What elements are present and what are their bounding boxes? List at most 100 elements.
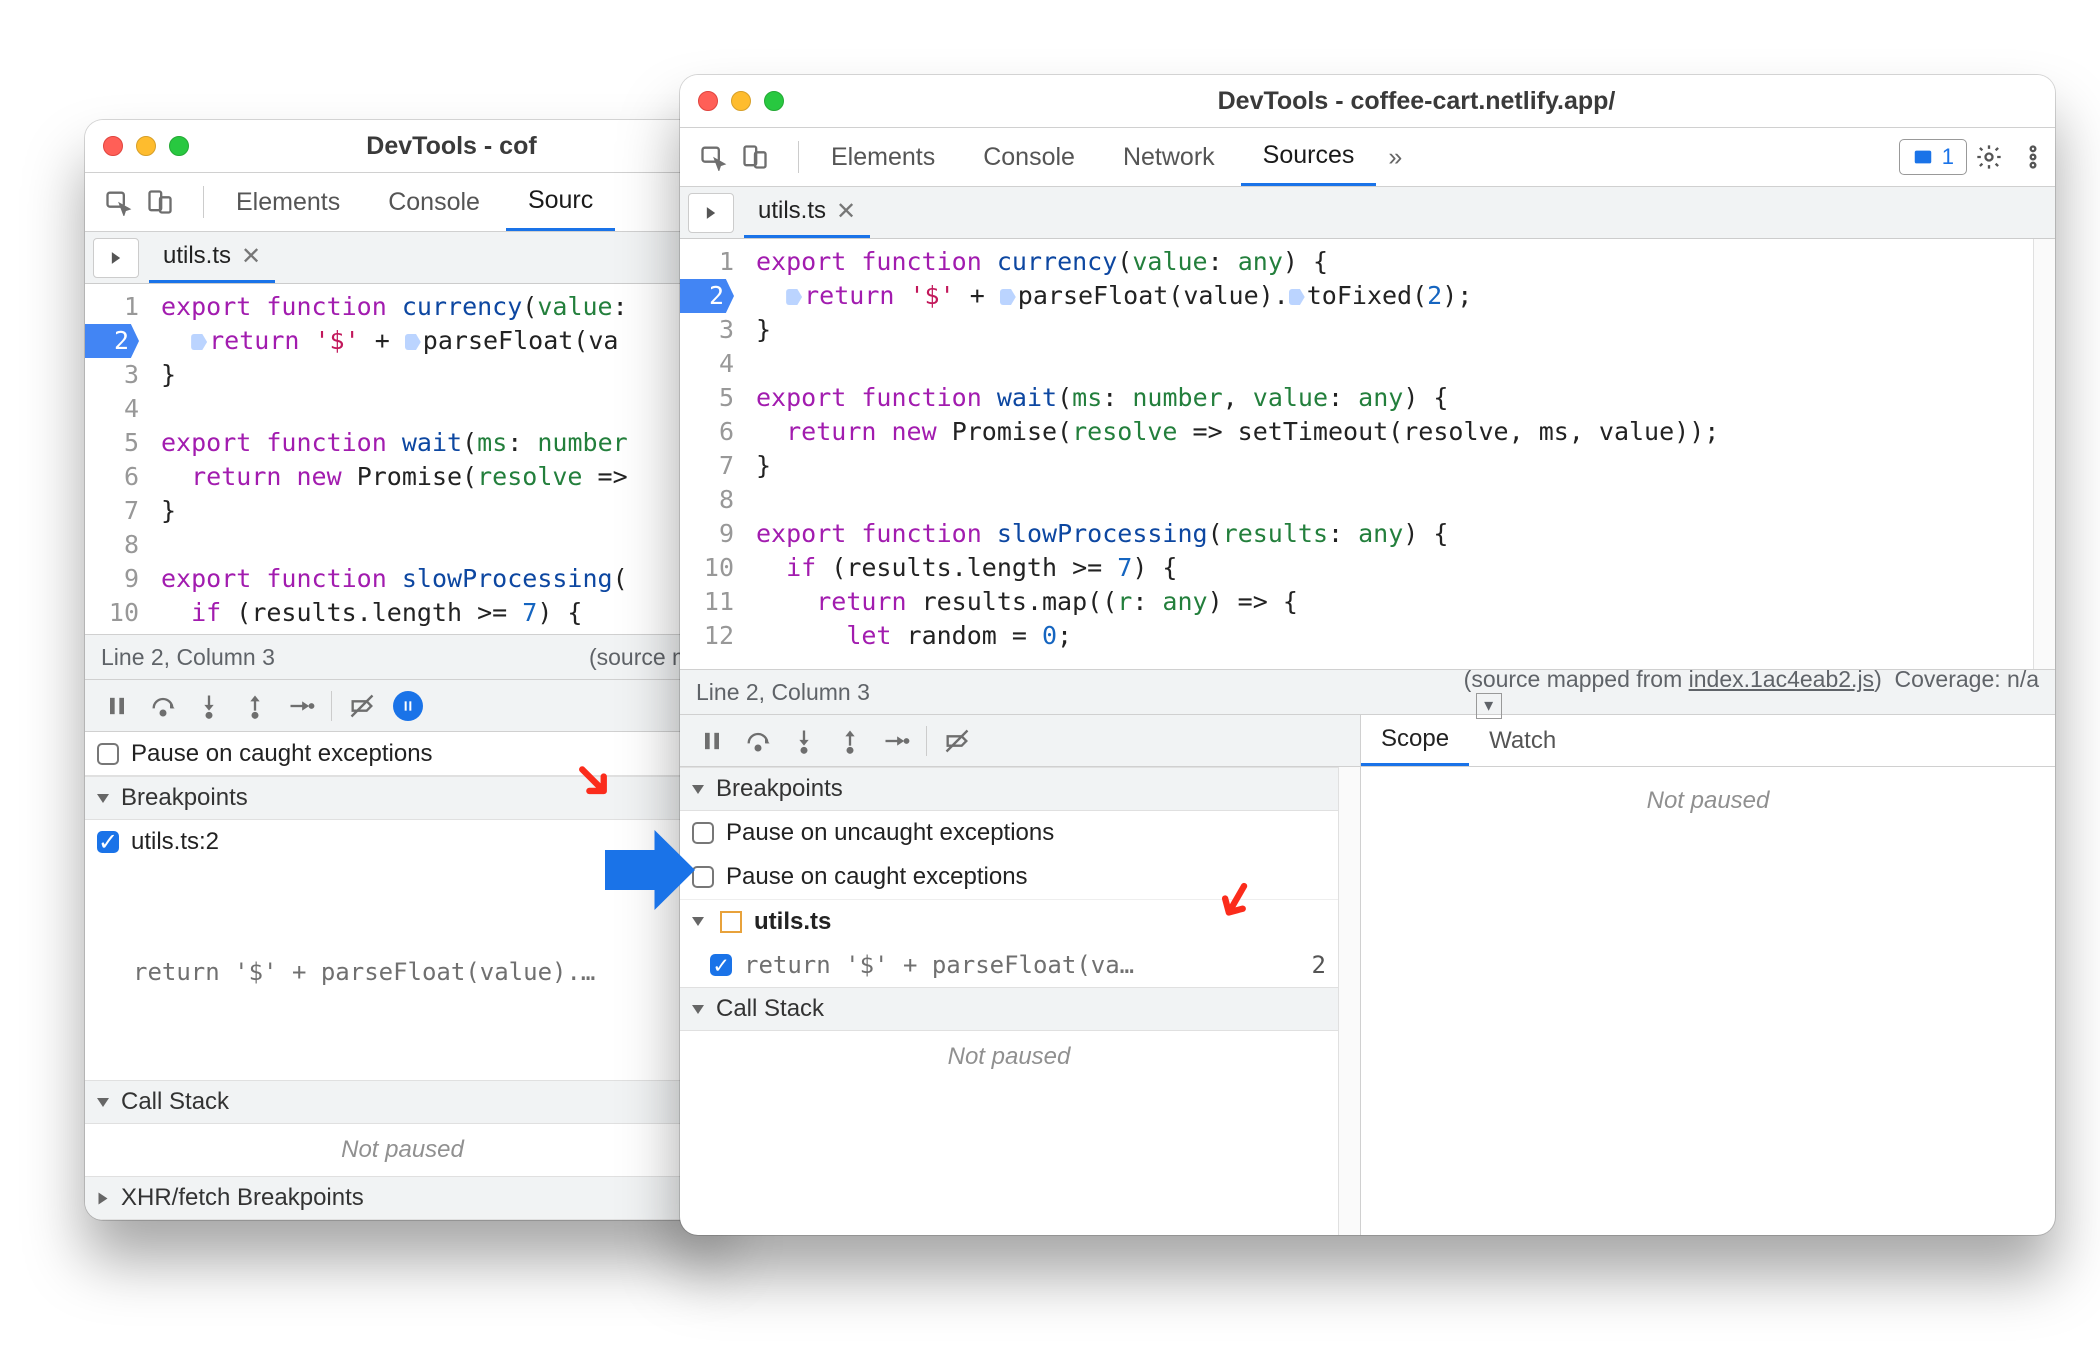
device-toolbar-icon[interactable] <box>139 183 181 221</box>
tab-scope[interactable]: Scope <box>1361 715 1469 766</box>
tab-network[interactable]: Network <box>1101 128 1237 186</box>
navigator-toggle-icon[interactable] <box>93 238 139 278</box>
minimize-icon[interactable] <box>731 91 751 111</box>
breakpoint-line-row[interactable]: ✓ return '$' + parseFloat(va… 2 <box>680 943 1338 987</box>
checkbox-checked-icon[interactable]: ✓ <box>710 954 732 976</box>
pause-resume-button[interactable] <box>690 721 734 761</box>
tab-elements[interactable]: Elements <box>214 173 362 231</box>
code-content[interactable]: export function currency(value: any) { r… <box>746 239 2033 669</box>
pause-caught-label: Pause on caught exceptions <box>131 740 433 768</box>
editor-status-bar: Line 2, Column 3 (source ma <box>85 634 720 680</box>
traffic-lights[interactable] <box>698 91 784 111</box>
pause-resume-button[interactable] <box>95 686 139 726</box>
scrollbar[interactable] <box>1338 767 1360 1235</box>
file-tab-label: utils.ts <box>758 197 826 225</box>
more-options-icon[interactable] <box>2011 143 2055 171</box>
zoom-icon[interactable] <box>169 136 189 156</box>
step-over-button[interactable] <box>736 721 780 761</box>
breakpoints-header[interactable]: Breakpoints <box>85 776 720 820</box>
titlebar[interactable]: DevTools - cof <box>85 120 720 172</box>
traffic-lights[interactable] <box>103 136 189 156</box>
tab-console[interactable]: Console <box>366 173 502 231</box>
sourcemap-link[interactable]: index.1ac4eab2.js <box>1689 666 1874 692</box>
tab-watch[interactable]: Watch <box>1469 715 1576 766</box>
tab-sources[interactable]: Sourc <box>506 173 615 231</box>
navigator-toggle-icon[interactable] <box>688 193 734 233</box>
settings-icon[interactable] <box>1967 143 2011 171</box>
checkbox-icon[interactable] <box>692 866 714 888</box>
step-over-button[interactable] <box>141 686 185 726</box>
deactivate-breakpoints-button[interactable] <box>340 686 384 726</box>
breakpoint-file: utils.ts:2 <box>131 828 219 856</box>
disclosure-triangle-icon <box>692 785 704 794</box>
window-title: DevTools - coffee-cart.netlify.app/ <box>796 87 2037 116</box>
close-tab-icon[interactable]: ✕ <box>241 242 261 271</box>
line-gutter[interactable]: 123456789101112 <box>680 239 746 669</box>
file-tab-utils[interactable]: utils.ts ✕ <box>744 187 870 238</box>
tab-console[interactable]: Console <box>961 128 1097 186</box>
cursor-position: Line 2, Column 3 <box>101 644 275 671</box>
issues-count: 1 <box>1942 144 1954 170</box>
close-icon[interactable] <box>698 91 718 111</box>
minimize-icon[interactable] <box>136 136 156 156</box>
main-toolbar: Elements Console Network Sources » 1 <box>680 127 2055 187</box>
checkbox-icon[interactable] <box>692 822 714 844</box>
titlebar[interactable]: DevTools - coffee-cart.netlify.app/ <box>680 75 2055 127</box>
scrollbar[interactable] <box>2033 239 2055 669</box>
step-into-button[interactable] <box>187 686 231 726</box>
devtools-window-after: DevTools - coffee-cart.netlify.app/ Elem… <box>680 75 2055 1235</box>
source-editor[interactable]: 123456789101112 export function currency… <box>85 284 720 634</box>
code-content[interactable]: export function currency(value: return '… <box>151 284 720 634</box>
step-out-button[interactable] <box>233 686 277 726</box>
more-tabs-icon[interactable]: » <box>1376 143 1414 172</box>
editor-status-bar: Line 2, Column 3 (source mapped from ind… <box>680 669 2055 715</box>
panel-tabs: Elements Console Sourc <box>214 173 615 231</box>
pause-uncaught-row[interactable]: Pause on uncaught exceptions <box>680 811 1338 855</box>
checkbox-checked-icon[interactable]: ✓ <box>97 831 119 853</box>
breakpoints-header[interactable]: Breakpoints <box>680 767 1338 811</box>
close-tab-icon[interactable]: ✕ <box>836 197 856 226</box>
step-into-button[interactable] <box>782 721 826 761</box>
callstack-header[interactable]: Call Stack <box>85 1080 720 1124</box>
disclosure-triangle-icon <box>97 1098 109 1107</box>
inspect-element-icon[interactable] <box>97 183 139 221</box>
close-icon[interactable] <box>103 136 123 156</box>
coverage-label: Coverage: n/a <box>1895 666 2039 692</box>
tab-elements[interactable]: Elements <box>809 128 957 186</box>
window-title: DevTools - cof <box>201 132 702 161</box>
line-gutter[interactable]: 123456789101112 <box>85 284 151 634</box>
disclosure-triangle-icon <box>692 917 704 926</box>
disclosure-triangle-icon <box>97 794 109 803</box>
file-tab-label: utils.ts <box>163 242 231 270</box>
xhr-breakpoints-header[interactable]: XHR/fetch Breakpoints <box>85 1176 720 1220</box>
device-toolbar-icon[interactable] <box>734 138 776 176</box>
step-button[interactable] <box>279 686 323 726</box>
devtools-window-before: DevTools - cof Elements Console Sourc <box>85 120 720 1220</box>
file-tab-utils[interactable]: utils.ts ✕ <box>149 232 275 283</box>
not-paused-label: Not paused <box>680 1031 1338 1083</box>
zoom-icon[interactable] <box>764 91 784 111</box>
panel-tabs: Elements Console Network Sources <box>809 128 1376 186</box>
checkbox-icon[interactable] <box>97 743 119 765</box>
callstack-header[interactable]: Call Stack <box>680 987 1338 1031</box>
tab-sources[interactable]: Sources <box>1241 128 1377 186</box>
pause-on-exceptions-button[interactable] <box>386 686 430 726</box>
source-editor[interactable]: 123456789101112 export function currency… <box>680 239 2055 669</box>
inspect-element-icon[interactable] <box>692 138 734 176</box>
not-paused-label: Not paused <box>1361 767 2055 827</box>
file-tab-strip: utils.ts ✕ <box>85 232 720 284</box>
sidebar-tabs: Scope Watch <box>1361 715 2055 767</box>
debugger-toolbar <box>85 680 720 732</box>
not-paused-label: Not paused <box>85 1124 720 1176</box>
step-button[interactable] <box>874 721 918 761</box>
breakpoint-code[interactable]: return '$' + parseFloat(value).… <box>85 864 720 1080</box>
file-tab-strip: utils.ts ✕ <box>680 187 2055 239</box>
deactivate-breakpoints-button[interactable] <box>935 721 979 761</box>
step-out-button[interactable] <box>828 721 872 761</box>
issues-button[interactable]: 1 <box>1899 139 1967 175</box>
disclosure-triangle-icon <box>99 1192 108 1204</box>
sourcemap-info: (source mapped from index.1ac4eab2.js) C… <box>1464 666 2039 719</box>
breakpoint-file-name: utils.ts <box>754 908 831 936</box>
main-toolbar: Elements Console Sourc <box>85 172 720 232</box>
disclosure-triangle-icon <box>692 1005 704 1014</box>
